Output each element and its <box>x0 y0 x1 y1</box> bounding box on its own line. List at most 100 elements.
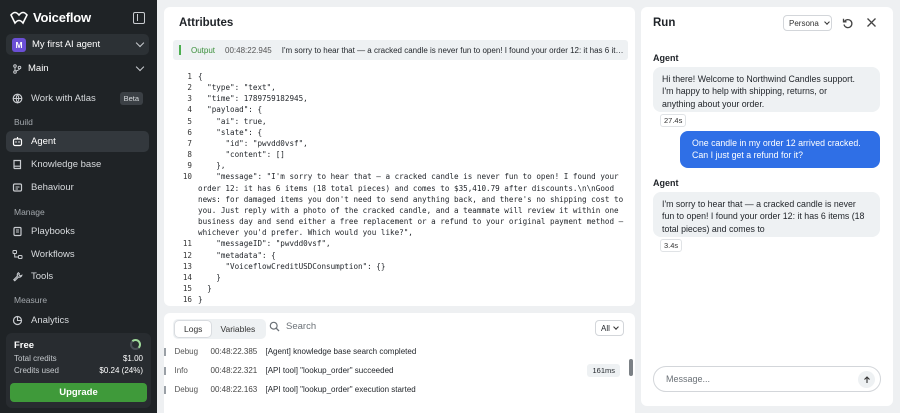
code-text: "message": "I'm sorry to hear that — a c… <box>198 172 628 238</box>
log-level: Debug <box>174 347 199 356</box>
output-marker <box>179 45 181 55</box>
chevron-down-icon <box>613 323 619 330</box>
code-text: { <box>198 72 203 81</box>
nav-behaviour[interactable]: Behaviour <box>6 177 149 198</box>
search-input[interactable]: Search <box>286 321 316 332</box>
log-row[interactable]: Debug 00:48:22.385 [Agent] knowledge bas… <box>164 342 624 361</box>
upgrade-button[interactable]: Upgrade <box>10 383 147 402</box>
close-icon[interactable] <box>866 17 877 28</box>
message-input[interactable]: Message... <box>653 366 881 392</box>
message-line: I'm sorry to hear that — a cracked candl… <box>662 199 856 209</box>
code-line: 12 "metadata": { <box>178 250 628 261</box>
line-number: 6 <box>187 127 192 137</box>
log-marker <box>164 385 166 394</box>
line-number: 9 <box>187 161 192 171</box>
send-button[interactable] <box>858 371 875 388</box>
code-text: "VoiceflowCreditUSDConsumption": {} <box>198 261 386 271</box>
filter-value: All <box>601 323 610 333</box>
sidebar: Voiceflow M My first AI agent Main Work … <box>0 0 157 413</box>
log-row[interactable]: Debug 00:48:22.163 [API tool] "lookup_or… <box>164 380 624 399</box>
nav-agent[interactable]: Agent <box>6 131 149 152</box>
nav-knowledge-base[interactable]: Knowledge base <box>6 154 149 175</box>
brand[interactable]: Voiceflow <box>10 10 91 25</box>
output-message: I'm sorry to hear that — a cracked candl… <box>281 45 624 55</box>
run-panel: Run Persona Agent Hi there! Welcome to N… <box>641 7 893 406</box>
run-title: Run <box>653 17 676 29</box>
nav-tools[interactable]: Tools <box>6 266 149 287</box>
line-number: 12 <box>182 250 192 260</box>
logs-search[interactable]: Search <box>269 321 316 332</box>
message-speaker: Agent <box>653 53 679 63</box>
section-manage-label: Manage <box>14 207 45 217</box>
chevron-down-icon <box>135 38 145 48</box>
code-line: 3 "time": 1789759182945, <box>178 93 628 104</box>
log-level-filter[interactable]: All <box>595 320 624 336</box>
nav-playbooks[interactable]: Playbooks <box>6 221 149 242</box>
beta-badge: Beta <box>119 92 143 105</box>
log-text: [Agent] knowledge base search completed <box>265 347 417 356</box>
log-text: [API tool] "lookup_order" succeeded <box>265 366 394 375</box>
code-line: 6 "slate": { <box>178 127 628 138</box>
collapse-sidebar-icon[interactable] <box>133 12 145 24</box>
line-number: 14 <box>182 272 192 282</box>
branch-name: Main <box>28 63 49 74</box>
nav-work-with-atlas[interactable]: Work with Atlas Beta <box>6 88 149 109</box>
tab-logs[interactable]: Logs <box>175 321 212 337</box>
persona-select[interactable]: Persona <box>783 15 832 31</box>
nav-label: Workflows <box>31 249 75 260</box>
total-credits-value: $1.00 <box>122 354 143 363</box>
nav-label: Work with Atlas <box>31 93 96 104</box>
behaviour-icon <box>12 183 23 192</box>
code-line: 1{ <box>178 71 628 82</box>
code-text: } <box>198 283 212 293</box>
user-message: One candle in my order 12 arrived cracke… <box>680 131 880 168</box>
line-number: 15 <box>182 283 192 293</box>
logs-scrollbar[interactable] <box>629 359 633 376</box>
line-number: 16 <box>182 295 192 305</box>
log-time: 00:48:22.385 <box>210 347 258 356</box>
plan-name: Free <box>14 340 35 351</box>
log-row[interactable]: Info 00:48:22.321 [API tool] "lookup_ord… <box>164 361 624 380</box>
branch-select[interactable]: Main <box>6 58 149 79</box>
code-text: "content": [] <box>198 150 285 160</box>
workflows-icon <box>12 250 23 259</box>
chevron-down-icon <box>135 62 145 72</box>
log-level: Debug <box>174 385 199 394</box>
nav-analytics[interactable]: Analytics <box>6 310 149 331</box>
code-text: }, <box>198 161 226 171</box>
tools-icon <box>13 271 23 282</box>
message-line: Hi there! Welcome to Northwind Candles s… <box>662 74 855 84</box>
logs-tabs: Logs Variables <box>173 319 267 339</box>
persona-label: Persona <box>789 18 819 28</box>
voiceflow-logo-icon <box>10 11 28 24</box>
log-time: 00:48:22.163 <box>210 385 258 394</box>
output-label: Output <box>191 45 216 55</box>
code-line: 11 "messageID": "pwvdd0vsf", <box>178 238 628 249</box>
message-line: total pieces) and comes to <box>662 223 765 234</box>
response-duration: 3.4s <box>660 239 683 252</box>
code-text: "type": "text", <box>198 83 276 93</box>
section-build-label: Build <box>14 117 33 127</box>
code-text: "id": "pwvdd0vsf", <box>198 138 308 148</box>
code-line: 14 } <box>178 272 628 283</box>
message-placeholder: Message... <box>666 374 711 384</box>
log-level: Info <box>174 366 188 375</box>
brand-name: Voiceflow <box>33 10 91 25</box>
agent-select[interactable]: M My first AI agent <box>6 34 149 55</box>
response-duration: 27.4s <box>660 114 687 127</box>
tab-variables[interactable]: Variables <box>211 321 264 337</box>
plan-card: Free Total credits $1.00 Credits used $0… <box>6 333 151 408</box>
code-text: "metadata": { <box>198 250 276 260</box>
code-text: "payload": { <box>198 105 263 115</box>
atlas-icon <box>12 93 23 104</box>
nav-label: Agent <box>31 136 56 147</box>
line-number: 2 <box>187 83 192 93</box>
logs-panel: Logs Variables Search All Debug 00:48:22… <box>164 313 635 413</box>
attributes-panel: Attributes Output 00:48:22.945 I'm sorry… <box>164 7 635 306</box>
reset-icon[interactable] <box>842 17 854 29</box>
output-trace-row[interactable]: Output 00:48:22.945 I'm sorry to hear th… <box>173 40 628 60</box>
nav-label: Tools <box>31 271 54 282</box>
nav-workflows[interactable]: Workflows <box>6 244 149 265</box>
code-line: 7 "id": "pwvdd0vsf", <box>178 138 628 149</box>
message-line: One candle in my order 12 arrived cracke… <box>692 138 861 148</box>
